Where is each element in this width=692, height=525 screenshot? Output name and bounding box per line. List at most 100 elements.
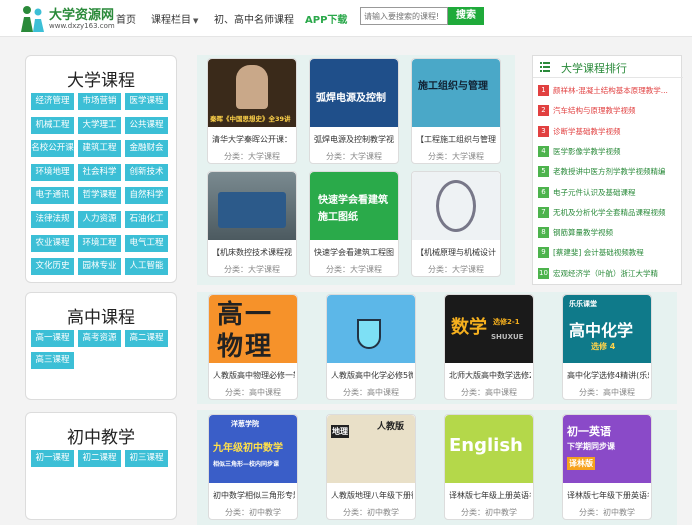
course-card[interactable]: English 译林版七年级上册英语名师分类：初中教学 bbox=[444, 414, 534, 520]
course-title[interactable]: 译林版七年级下册英语名师 bbox=[567, 490, 649, 501]
course-title[interactable]: 【机械原理与机械设计 bbox=[416, 247, 498, 258]
ranking-item-link[interactable]: 颜祥林-混凝土结构基本原理教学... bbox=[553, 85, 681, 96]
tag-university-23[interactable]: 人工智能 bbox=[125, 258, 168, 276]
tag-university-4[interactable]: 大学理工 bbox=[78, 116, 121, 134]
tag-highschool-3[interactable]: 高三课程 bbox=[31, 352, 74, 369]
course-title[interactable]: 人教版高中化学必修5微课视 bbox=[331, 370, 413, 381]
course-thumbnail[interactable]: 施工组织与管理 bbox=[412, 59, 500, 127]
course-title[interactable]: 人教版高中物理必修一辅导 bbox=[213, 370, 295, 381]
tag-junior-1[interactable]: 初二课程 bbox=[78, 450, 121, 467]
course-title[interactable]: 高中化学选修4精讲(乐乐课 bbox=[567, 370, 649, 381]
course-card[interactable]: 【机床数控技术课程视 分类：大学课程 bbox=[207, 171, 297, 277]
tag-university-16[interactable]: 人力资源 bbox=[78, 211, 121, 228]
course-card[interactable]: 洋葱学院九年级初中数学相似三角形—校内同步课初中数学相似三角形专题课分类：初中教… bbox=[208, 414, 298, 520]
course-title[interactable]: 清华大学秦晖公开课： bbox=[212, 134, 294, 145]
tag-university-3[interactable]: 机械工程 bbox=[31, 116, 74, 134]
ranking-item[interactable]: 6 电子元件认识及基础课程 bbox=[538, 186, 680, 200]
course-title[interactable]: 弧焊电源及控制教学视 bbox=[314, 134, 396, 145]
tag-highschool-1[interactable]: 高考资源 bbox=[78, 330, 121, 347]
ranking-item-link[interactable]: 宏观经济学（叶航）浙江大学精 bbox=[553, 268, 681, 279]
course-thumbnail[interactable] bbox=[208, 172, 296, 240]
ranking-item[interactable]: 3 诊断学基础教学视频 bbox=[538, 125, 680, 139]
ranking-item[interactable]: 5 老教授讲中医方剂学教学视频精编 bbox=[538, 165, 680, 179]
course-card[interactable]: 初一英语下学期同步课译林版译林版七年级下册英语名师分类：初中教学 bbox=[562, 414, 652, 520]
tag-university-14[interactable]: 自然科学 bbox=[125, 187, 168, 205]
ranking-item-link[interactable]: 诊断学基础教学视频 bbox=[553, 126, 681, 137]
tag-highschool-2[interactable]: 高二课程 bbox=[125, 330, 168, 347]
ranking-item-link[interactable]: [蔡建斐] 会计基础视频教程 bbox=[553, 247, 681, 258]
tag-university-10[interactable]: 社会科学 bbox=[78, 163, 121, 181]
course-card[interactable]: 弧焊电源及控制 弧焊电源及控制教学视 分类：大学课程 bbox=[309, 58, 399, 164]
tag-university-19[interactable]: 环境工程 bbox=[78, 234, 121, 252]
tag-university-18[interactable]: 农业课程 bbox=[31, 234, 74, 252]
course-thumbnail[interactable]: 洋葱学院 九年级初中数学 相似三角形—校内同步课 bbox=[209, 415, 297, 483]
ranking-item[interactable]: 8 钢筋算量教学视频 bbox=[538, 226, 680, 240]
course-thumbnail[interactable]: 乐乐课堂 高中化学 选修 4 bbox=[563, 295, 651, 363]
tag-highschool-0[interactable]: 高一课程 bbox=[31, 330, 74, 347]
ranking-item[interactable]: 1 颜祥林-混凝土结构基本原理教学... bbox=[538, 84, 680, 98]
course-card[interactable]: 秦晖《中国思想史》全39讲 清华大学秦晖公开课： 分类：大学课程 bbox=[207, 58, 297, 164]
tag-university-6[interactable]: 名校公开课 bbox=[31, 140, 74, 158]
tag-university-17[interactable]: 石油化工 bbox=[125, 211, 168, 228]
course-thumbnail[interactable]: English bbox=[445, 415, 533, 483]
course-card[interactable]: 【机械原理与机械设计 分类：大学课程 bbox=[411, 171, 501, 277]
ranking-item-link[interactable]: 医学影像学教学视频 bbox=[553, 146, 681, 157]
site-logo[interactable]: 大学资源网 www.dxzy163.com bbox=[18, 2, 115, 35]
tag-university-7[interactable]: 建筑工程 bbox=[78, 140, 121, 158]
tag-university-11[interactable]: 创新技术 bbox=[125, 163, 168, 181]
course-title[interactable]: 人教版地理八年级下册微课 bbox=[331, 490, 413, 501]
search-input[interactable] bbox=[360, 7, 448, 25]
nav-app-download[interactable]: APP下载 bbox=[305, 11, 347, 26]
tag-university-12[interactable]: 电子通讯 bbox=[31, 187, 74, 205]
ranking-item[interactable]: 10 宏观经济学（叶航）浙江大学精 bbox=[538, 267, 680, 281]
course-thumbnail[interactable]: 地理 人教版 bbox=[327, 415, 415, 483]
course-thumbnail[interactable]: 数学 选修2-1 SHUXUE bbox=[445, 295, 533, 363]
tag-junior-2[interactable]: 初三课程 bbox=[125, 450, 168, 467]
course-card[interactable]: 地理 人教版人教版地理八年级下册微课分类：初中教学 bbox=[326, 414, 416, 520]
tag-university-20[interactable]: 电气工程 bbox=[125, 234, 168, 252]
course-thumbnail[interactable]: 快速学会看建筑施工图纸 bbox=[310, 172, 398, 240]
course-title[interactable]: 初中数学相似三角形专题课 bbox=[213, 490, 295, 501]
nav-home[interactable]: 首页 bbox=[116, 11, 136, 26]
nav-teachers[interactable]: 初、高中名师课程 bbox=[214, 11, 294, 26]
course-thumbnail[interactable]: 弧焊电源及控制 bbox=[310, 59, 398, 127]
tag-university-2[interactable]: 医学课程 bbox=[125, 93, 168, 110]
tag-university-1[interactable]: 市场营销 bbox=[78, 93, 121, 110]
course-card[interactable]: 高一物理人教版高中物理必修一辅导分类：高中课程 bbox=[208, 294, 298, 400]
tag-university-9[interactable]: 环境地理 bbox=[31, 163, 74, 181]
search-button[interactable]: 搜索 bbox=[448, 7, 484, 25]
tag-junior-0[interactable]: 初一课程 bbox=[31, 450, 74, 467]
course-thumbnail[interactable] bbox=[412, 172, 500, 240]
ranking-item[interactable]: 2 汽车结构与原理教学视频 bbox=[538, 104, 680, 118]
course-thumbnail[interactable]: 秦晖《中国思想史》全39讲 bbox=[208, 59, 296, 127]
course-card[interactable]: 施工组织与管理 【工程施工组织与管理 分类：大学课程 bbox=[411, 58, 501, 164]
tag-university-13[interactable]: 哲学课程 bbox=[78, 187, 121, 205]
ranking-item[interactable]: 9 [蔡建斐] 会计基础视频教程 bbox=[538, 246, 680, 260]
tag-university-5[interactable]: 公共课程 bbox=[125, 116, 168, 134]
course-thumbnail[interactable] bbox=[327, 295, 415, 363]
course-card[interactable]: 乐乐课堂高中化学选修 4 高中化学选修4精讲(乐乐课分类：高中课程 bbox=[562, 294, 652, 400]
course-thumbnail[interactable]: 初一英语 下学期同步课 译林版 bbox=[563, 415, 651, 483]
course-title[interactable]: 译林版七年级上册英语名师 bbox=[449, 490, 531, 501]
tag-university-0[interactable]: 经济管理 bbox=[31, 93, 74, 110]
course-title[interactable]: 北师大版高中数学选修2-1云 bbox=[449, 370, 531, 381]
ranking-item-link[interactable]: 电子元件认识及基础课程 bbox=[553, 187, 681, 198]
ranking-item-link[interactable]: 汽车结构与原理教学视频 bbox=[553, 105, 681, 116]
tag-university-21[interactable]: 文化历史 bbox=[31, 258, 74, 276]
course-card[interactable]: 快速学会看建筑施工图纸 快速学会看建筑工程图 分类：大学课程 bbox=[309, 171, 399, 277]
tag-university-15[interactable]: 法律法规 bbox=[31, 211, 74, 228]
tag-university-8[interactable]: 金融财会 bbox=[125, 140, 168, 158]
course-thumbnail[interactable]: 高一物理 bbox=[209, 295, 297, 363]
tag-university-22[interactable]: 园林专业 bbox=[78, 258, 121, 276]
ranking-item-link[interactable]: 无机及分析化学全套精品课程视频 bbox=[553, 207, 681, 218]
course-title[interactable]: 【工程施工组织与管理 bbox=[416, 134, 498, 145]
nav-categories[interactable]: 课程栏目 ▼ bbox=[151, 11, 198, 26]
ranking-item-link[interactable]: 老教授讲中医方剂学教学视频精编 bbox=[553, 166, 681, 177]
course-card[interactable]: 人教版高中化学必修5微课视分类：高中课程 bbox=[326, 294, 416, 400]
ranking-item[interactable]: 4 医学影像学教学视频 bbox=[538, 145, 680, 159]
course-title[interactable]: 【机床数控技术课程视 bbox=[212, 247, 294, 258]
course-title[interactable]: 快速学会看建筑工程图 bbox=[314, 247, 396, 258]
course-card[interactable]: 数学选修2-1 SHUXUE 北师大版高中数学选修2-1云分类：高中课程 bbox=[444, 294, 534, 400]
ranking-item-link[interactable]: 钢筋算量教学视频 bbox=[553, 227, 681, 238]
ranking-item[interactable]: 7 无机及分析化学全套精品课程视频 bbox=[538, 206, 680, 220]
